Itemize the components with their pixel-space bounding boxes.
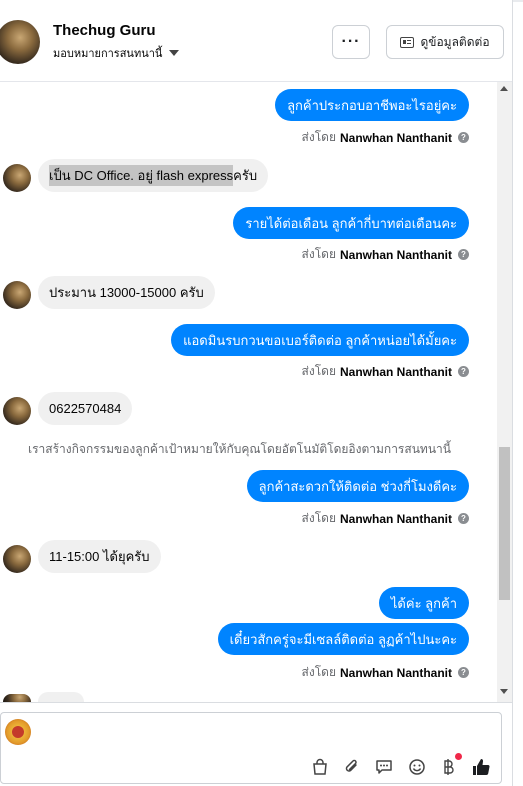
message-text: 11-15:00 ได้ยุครับ [49,549,150,564]
message-text: ครับ [233,168,258,183]
contact-card-icon [400,36,415,48]
contact-avatar-small[interactable] [3,545,31,573]
panel-right-border [512,0,513,786]
page-avatar-icon [5,719,31,745]
contact-avatar-small[interactable] [3,397,31,425]
sent-by-prefix: ส่งโดย [301,247,336,261]
incoming-message-partial [38,692,84,702]
more-label: ··· [341,33,361,50]
notification-dot [455,753,462,760]
help-icon[interactable]: ? [458,132,469,143]
outgoing-message[interactable]: แอดมินรบกวนขอเบอร์ติดต่อ ลูกค้าหน่อยได้ม… [171,324,469,356]
sent-by-label: ส่งโดย Nanwhan Nanthanit ? [302,362,469,381]
incoming-message[interactable]: เป็น DC Office. อยู่ flash express ครับ [38,159,269,192]
message-text: ได้ค่ะ ลูกค้า [390,595,457,611]
outgoing-message[interactable]: ได้ค่ะ ลูกค้า [378,587,469,619]
view-contact-button[interactable]: ดูข้อมูลติดต่อ [386,25,504,59]
sent-by-label: ส่งโดย Nanwhan Nanthanit ? [302,128,469,147]
scrollbar-track[interactable] [497,82,512,702]
view-contact-label: ดูข้อมูลติดต่อ [420,34,490,49]
thumbs-up-icon[interactable] [471,757,491,777]
caret-down-icon [169,50,180,56]
saved-reply-icon[interactable] [374,757,394,777]
help-icon[interactable]: ? [458,366,469,377]
incoming-message[interactable]: 11-15:00 ได้ยุครับ [38,540,161,573]
contact-avatar-small[interactable] [3,281,31,309]
message-text: รายได้ต่อเดือน ลูกค้ากี่บาทต่อเดือนคะ [245,215,457,231]
assign-conversation-dropdown[interactable]: มอบหมายการสนทนานี้ [53,44,180,62]
paperclip-icon[interactable] [342,757,362,777]
scroll-up-arrow-icon[interactable] [500,86,508,91]
sender-name: Nanwhan Nanthanit [339,247,452,262]
message-text: ลูกค้าสะดวกให้ติดต่อ ช่วงกี่โมงดีคะ [258,478,457,494]
outgoing-message[interactable]: รายได้ต่อเดือน ลูกค้ากี่บาทต่อเดือนคะ [233,207,469,239]
message-text: ประมาน 13000-15000 ครับ [49,285,204,300]
message-text: เดี๋ยวสักครู่จะมีเซลล์ติดต่อ ลูฏค้าไปนะค… [229,631,457,647]
composer-divider [0,702,512,703]
sent-by-prefix: ส่งโดย [301,130,336,144]
message-text: แอดมินรบกวนขอเบอร์ติดต่อ ลูกค้าหน่อยได้ม… [183,332,457,348]
system-note: เราสร้างกิจกรรมของลูกค้าเป้าหมายให้กับคุ… [28,442,451,456]
sender-name: Nanwhan Nanthanit [339,665,452,680]
sent-by-prefix: ส่งโดย [301,665,336,679]
scroll-down-arrow-icon[interactable] [500,689,508,694]
sent-by-prefix: ส่งโดย [301,364,336,378]
contact-avatar-small[interactable] [3,164,31,192]
help-icon[interactable]: ? [458,667,469,678]
contact-name[interactable]: Thechug Guru [53,22,156,39]
contact-avatar-small [3,694,31,702]
sent-by-prefix: ส่งโดย [301,511,336,525]
more-options-button[interactable]: ··· [332,25,370,59]
outgoing-message[interactable]: เดี๋ยวสักครู่จะมีเซลล์ติดต่อ ลูฏค้าไปนะค… [217,623,469,655]
message-text: 0622570484 [49,401,122,416]
contact-avatar[interactable] [0,20,40,64]
emoji-icon[interactable] [407,757,427,777]
help-icon[interactable]: ? [458,249,469,260]
sent-by-label: ส่งโดย Nanwhan Nanthanit ? [302,245,469,264]
message-text-highlighted: เป็น DC Office. อยู่ flash express [49,165,234,186]
outgoing-message[interactable]: ลูกค้าประกอบอาชีพอะไรอยู่คะ [275,89,469,121]
message-text: ลูกค้าประกอบอาชีพอะไรอยู่คะ [287,97,457,113]
assign-label: มอบหมายการสนทนานี้ [53,48,163,60]
sent-by-label: ส่งโดย Nanwhan Nanthanit ? [302,509,469,528]
sender-name: Nanwhan Nanthanit [339,364,452,379]
help-icon[interactable]: ? [458,513,469,524]
incoming-message[interactable]: ประมาน 13000-15000 ครับ [38,276,215,309]
conversation-header: Thechug Guru มอบหมายการสนทนานี้ ··· ดูข้… [0,0,512,82]
baht-payment-icon[interactable] [438,757,458,777]
sent-by-label: ส่งโดย Nanwhan Nanthanit ? [302,663,469,682]
outgoing-message[interactable]: ลูกค้าสะดวกให้ติดต่อ ช่วงกี่โมงดีคะ [246,470,469,502]
scrollbar-thumb[interactable] [499,447,510,600]
shopping-bag-icon[interactable] [310,757,330,777]
sender-name: Nanwhan Nanthanit [339,130,452,145]
incoming-message[interactable]: 0622570484 [38,392,133,425]
sender-name: Nanwhan Nanthanit [339,511,452,526]
